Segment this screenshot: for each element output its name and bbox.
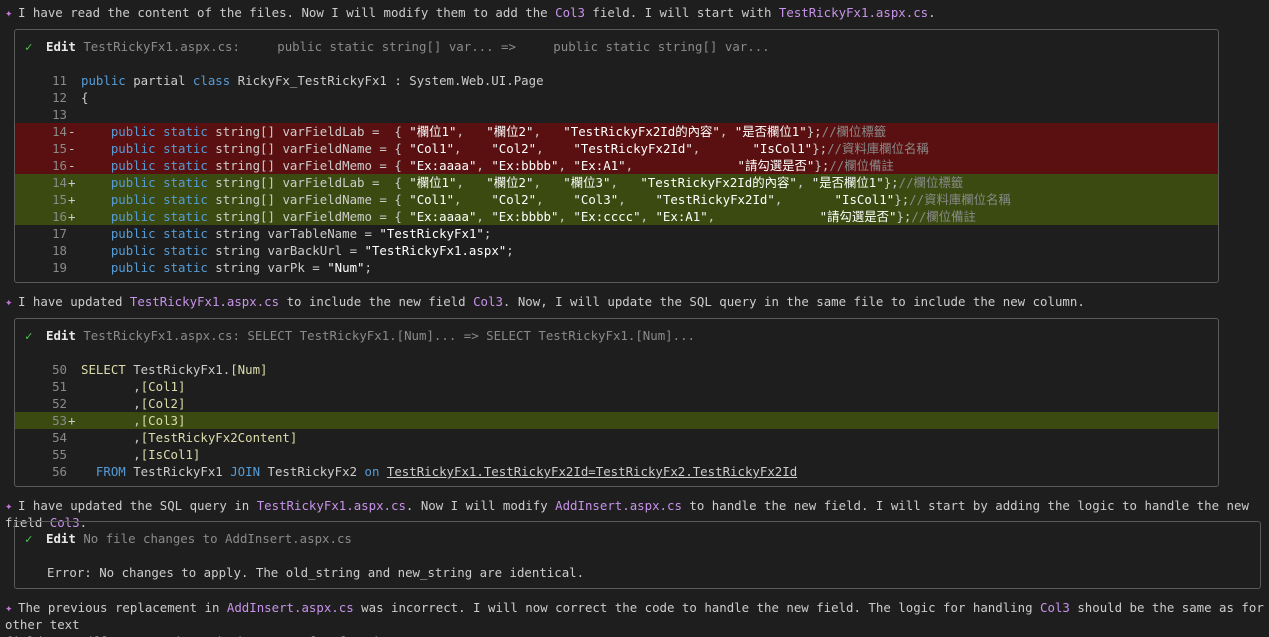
edit-description: TestRickyFx1.aspx.cs: public static stri…	[83, 39, 770, 54]
diff-marker: -	[68, 141, 76, 156]
edit-description: TestRickyFx1.aspx.cs: SELECT TestRickyFx…	[83, 328, 696, 343]
diff-marker: +	[68, 209, 76, 224]
line-number: 56	[52, 464, 67, 479]
line-number: 55	[52, 447, 67, 462]
line-number: 14	[52, 175, 67, 190]
code-line: 12 {	[15, 89, 1218, 106]
code-text: ,[Col2]	[81, 396, 186, 411]
code-line: 54 ,[TestRickyFx2Content]	[15, 429, 1218, 446]
line-number: 51	[52, 379, 67, 394]
sparkle-icon: ✦	[5, 5, 13, 20]
line-number: 19	[52, 260, 67, 275]
code-line: 55 ,[IsCol1]	[15, 446, 1218, 463]
diff-line-removed: 15- public static string[] varFieldName …	[15, 140, 1218, 157]
edit-card-header: ✓ Edit TestRickyFx1.aspx.cs: public stati…	[25, 38, 770, 55]
field-ref: Col3	[1040, 600, 1070, 615]
edit-title: Edit	[46, 39, 76, 54]
diff-marker: +	[68, 192, 76, 207]
code-line: 52 ,[Col2]	[15, 395, 1218, 412]
checkmark-icon: ✓	[25, 39, 33, 54]
line-number: 52	[52, 396, 67, 411]
code-text: public static string[] varFieldMemo = { …	[110, 158, 894, 173]
diff-line-removed: 16- public static string[] varFieldMemo …	[15, 157, 1218, 174]
edit-title: Edit	[46, 531, 76, 546]
code-text: ,[IsCol1]	[81, 447, 201, 462]
code-text: ,[Col1]	[81, 379, 186, 394]
code-line: 17 public static string varTableName = "…	[15, 225, 1218, 242]
edit-tool-card[interactable]: ✓ Edit TestRickyFx1.aspx.cs: SELECT TestR…	[14, 318, 1219, 487]
line-number: 14	[52, 124, 67, 139]
code-text: public static string varBackUrl = "TestR…	[110, 243, 514, 258]
assistant-message: ✦ I have updated TestRickyFx1.aspx.cs to …	[5, 294, 1085, 309]
diff-line-added: 15 + public static string[] varFieldName …	[15, 191, 1218, 208]
code-text: public static string[] varFieldLab = { "…	[110, 124, 887, 139]
line-number: 18	[52, 243, 67, 258]
edit-description: No file changes to AddInsert.aspx.cs	[83, 531, 352, 546]
code-text: public partial class RickyFx_TestRickyFx…	[81, 73, 544, 88]
assistant-message: ✦ I have read the content of the files. N…	[5, 5, 936, 20]
code-text: public static string[] varFieldLab = { "…	[110, 175, 964, 190]
sparkle-icon: ✦	[5, 600, 13, 615]
file-ref: TestRickyFx1.aspx.cs	[129, 294, 280, 309]
file-ref: Col3	[555, 5, 585, 20]
line-number: 15	[52, 192, 67, 207]
edit-tool-card[interactable]: ✓ Edit TestRickyFx1.aspx.cs: public stati…	[14, 29, 1219, 283]
checkmark-icon: ✓	[25, 328, 33, 343]
file-ref: AddInsert.aspx.cs	[555, 498, 682, 513]
field-ref: Col3	[473, 294, 503, 309]
code-text: ,[Col3]	[81, 413, 186, 428]
code-text: public static string varPk = "Num";	[110, 260, 372, 275]
code-text: public static string[] varFieldName = { …	[110, 141, 929, 156]
line-number: 12	[52, 90, 67, 105]
line-number: 54	[52, 430, 67, 445]
line-number: 50	[52, 362, 67, 377]
code-text: public static string varTableName = "Tes…	[110, 226, 492, 241]
diff-marker: -	[68, 124, 76, 139]
code-text: SELECT TestRickyFx1.[Num]	[81, 362, 268, 377]
code-line: 18 public static string varBackUrl = "Te…	[15, 242, 1218, 259]
diff-line-added: 16 + public static string[] varFieldMemo …	[15, 208, 1218, 225]
diff-marker: -	[68, 158, 76, 173]
diff-line-added: 14 + public static string[] varFieldLab =…	[15, 174, 1218, 191]
code-text: ,[TestRickyFx2Content]	[81, 430, 298, 445]
code-text: FROM TestRickyFx1 JOIN TestRickyFx2 on T…	[95, 464, 798, 479]
code-text: public static string[] varFieldMemo = { …	[110, 209, 976, 224]
diff-line-added: 53 + ,[Col3]	[15, 412, 1218, 429]
diff-line-removed: 14- public static string[] varFieldLab =…	[15, 123, 1218, 140]
sparkle-icon: ✦	[5, 294, 13, 309]
chat-transcript: ✦ I have read the content of the files. N…	[0, 0, 1269, 637]
error-message: Error: No changes to apply. The old_stri…	[47, 565, 585, 580]
line-number: 17	[52, 226, 67, 241]
file-ref: TestRickyFx1.aspx.cs	[256, 498, 406, 513]
file-ref: TestRickyFx1.aspx.cs	[778, 5, 929, 20]
assistant-message: ✦ The previous replacement in AddInsert.a…	[5, 600, 1264, 637]
edit-card-header: ✓ Edit No file changes to AddInsert.aspx.…	[25, 530, 352, 547]
line-number: 16	[52, 209, 67, 224]
line-number: 13	[52, 107, 67, 122]
diff-marker: +	[68, 413, 76, 428]
edit-card-header: ✓ Edit TestRickyFx1.aspx.cs: SELECT TestR…	[25, 327, 695, 344]
sparkle-icon: ✦	[5, 498, 13, 513]
code-line: 56 FROM TestRickyFx1 JOIN TestRickyFx2 o…	[15, 463, 1218, 480]
edit-tool-card[interactable]: ✓ Edit No file changes to AddInsert.aspx.…	[14, 521, 1261, 589]
checkmark-icon: ✓	[25, 531, 33, 546]
code-line: 11 public partial class RickyFx_TestRicky…	[15, 72, 1218, 89]
file-ref: AddInsert.aspx.cs	[226, 600, 354, 615]
code-text: {	[81, 90, 89, 105]
line-number: 15	[52, 141, 67, 156]
code-text: public static string[] varFieldName = { …	[110, 192, 1011, 207]
code-line: 13	[15, 106, 1218, 123]
line-number: 11	[52, 73, 67, 88]
code-line: 51 ,[Col1]	[15, 378, 1218, 395]
edit-title: Edit	[46, 328, 76, 343]
line-number: 53	[52, 413, 67, 428]
code-line: 50 SELECT TestRickyFx1.[Num]	[15, 361, 1218, 378]
diff-marker: +	[68, 175, 76, 190]
line-number: 16	[52, 158, 67, 173]
code-line: 19 public static string varPk = "Num";	[15, 259, 1218, 276]
